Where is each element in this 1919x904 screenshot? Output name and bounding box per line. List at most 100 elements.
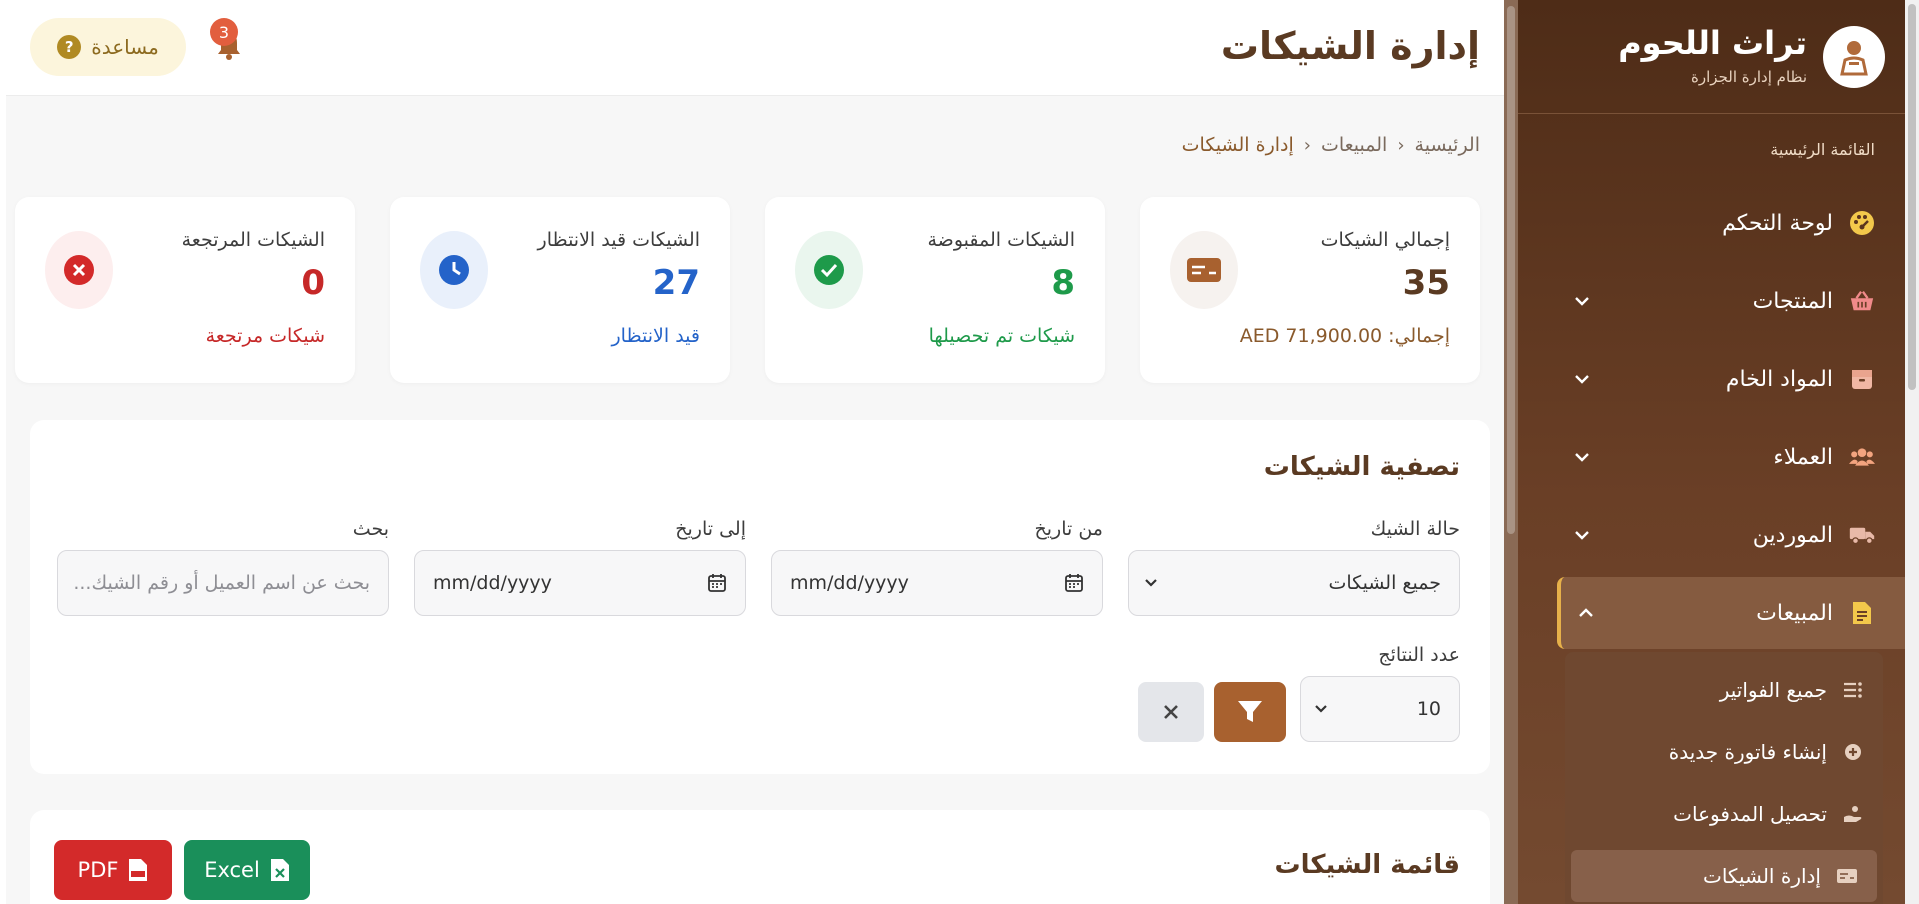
breadcrumb-current: إدارة الشيكات — [1181, 134, 1294, 156]
notification-badge: 3 — [210, 18, 238, 46]
page-title: إدارة الشيكات — [1220, 24, 1480, 68]
sidebar-item-sales[interactable]: المبيعات — [1557, 577, 1905, 649]
stat-card-returned: الشيكات المرتجعة 0 شيكات مرتجعة — [15, 197, 355, 383]
stat-icon-circle — [1170, 231, 1238, 309]
pdf-file-icon — [129, 859, 148, 881]
checks-list-title: قائمة الشيكات — [1274, 850, 1460, 880]
sales-submenu: جميع الفواتير إنشاء فاتورة جديدة تحصيل ا… — [1565, 652, 1883, 904]
export-pdf-button[interactable]: PDF — [54, 840, 172, 900]
from-date-input[interactable]: mm/dd/yyyy — [771, 550, 1103, 616]
breadcrumb-separator-icon: ‹ — [1303, 134, 1311, 156]
close-icon — [1164, 705, 1178, 719]
sidebar: تراث اللحوم نظام إدارة الجزارة القائمة ا… — [1518, 0, 1905, 904]
export-excel-button[interactable]: Excel — [184, 840, 310, 900]
invoice-icon — [1849, 600, 1875, 626]
result-count-label: عدد النتائج — [1378, 644, 1460, 666]
apply-filter-button[interactable] — [1214, 682, 1286, 742]
chevron-down-icon — [1575, 297, 1589, 306]
excel-file-icon — [270, 859, 289, 881]
export-pdf-label: PDF — [77, 858, 119, 882]
stat-note: شيكات مرتجعة — [205, 325, 325, 347]
top-bar: إدارة الشيكات مساعدة ? 3 — [6, 0, 1504, 96]
result-count-select[interactable]: 10 — [1300, 676, 1460, 742]
submenu-item-label: إنشاء فاتورة جديدة — [1668, 740, 1827, 764]
submenu-item-new-invoice[interactable]: إنشاء فاتورة جديدة — [1565, 726, 1883, 778]
chevron-down-icon — [1315, 705, 1327, 713]
sidebar-item-suppliers[interactable]: الموردين — [1557, 501, 1905, 569]
app-name: تراث اللحوم — [1618, 24, 1807, 62]
status-select[interactable]: جميع الشيكات — [1128, 550, 1460, 616]
breadcrumb-home[interactable]: الرئيسية — [1415, 134, 1480, 156]
brand-header: تراث اللحوم نظام إدارة الجزارة — [1518, 0, 1905, 114]
from-date-value: mm/dd/yyyy — [790, 572, 909, 594]
submenu-item-label: إدارة الشيكات — [1702, 864, 1821, 888]
export-excel-label: Excel — [204, 858, 260, 882]
stat-label: الشيكات قيد الانتظار — [537, 229, 700, 251]
calendar-icon[interactable] — [707, 573, 727, 593]
clear-filter-button[interactable] — [1138, 682, 1204, 742]
help-label: مساعدة — [91, 35, 159, 59]
sidebar-item-label: المبيعات — [1756, 600, 1833, 626]
page-scrollbar-thumb[interactable] — [1908, 4, 1916, 390]
stat-card-pending: الشيكات قيد الانتظار 27 قيد الانتظار — [390, 197, 730, 383]
main-content: إدارة الشيكات مساعدة ? 3 الرئيسية ‹ المب… — [6, 0, 1504, 904]
chevron-up-icon — [1579, 608, 1593, 617]
nav-heading: القائمة الرئيسية — [1770, 140, 1875, 159]
stat-note: شيكات تم تحصيلها — [928, 325, 1075, 347]
clock-icon — [439, 255, 469, 285]
sidebar-item-dashboard[interactable]: لوحة التحكم — [1557, 189, 1905, 257]
sidebar-item-raw-materials[interactable]: المواد الخام — [1557, 345, 1905, 413]
filter-icon — [1238, 701, 1262, 722]
breadcrumb: الرئيسية ‹ المبيعات ‹ إدارة الشيكات — [1182, 134, 1480, 156]
users-icon — [1849, 444, 1875, 470]
checks-list-panel: قائمة الشيكات Excel PDF — [30, 810, 1490, 904]
to-date-value: mm/dd/yyyy — [433, 572, 552, 594]
chevron-down-icon — [1575, 531, 1589, 540]
question-icon: ? — [57, 35, 82, 59]
sidebar-item-label: الموردين — [1752, 522, 1833, 548]
status-label: حالة الشيك — [1370, 518, 1460, 540]
search-placeholder: بحث عن اسم العميل أو رقم الشيك... — [73, 572, 370, 594]
stat-icon-circle — [45, 231, 113, 309]
basket-icon — [1849, 288, 1875, 314]
stat-label: إجمالي الشيكات — [1320, 229, 1450, 251]
submenu-item-manage-checks[interactable]: إدارة الشيكات — [1571, 850, 1877, 902]
submenu-item-all-invoices[interactable]: جميع الفواتير — [1565, 664, 1883, 716]
search-input[interactable]: بحث عن اسم العميل أو رقم الشيك... — [57, 550, 389, 616]
chevron-down-icon — [1575, 375, 1589, 384]
page-scrollbar[interactable] — [1905, 0, 1919, 904]
x-circle-icon — [64, 255, 94, 285]
check-card-icon — [1837, 866, 1857, 886]
breadcrumb-sales[interactable]: المبيعات — [1321, 134, 1387, 156]
stat-value: 0 — [301, 263, 325, 303]
stat-icon-circle — [420, 231, 488, 309]
app-subtitle: نظام إدارة الجزارة — [1691, 68, 1807, 86]
filter-panel: تصفية الشيكات حالة الشيك جميع الشيكات من… — [30, 420, 1490, 774]
breadcrumb-separator-icon: ‹ — [1397, 134, 1405, 156]
stat-value: 35 — [1402, 263, 1450, 303]
stat-note: إجمالي: AED 71,900.00 — [1239, 325, 1450, 347]
hand-coin-icon — [1843, 804, 1863, 824]
stat-note: قيد الانتظار — [611, 325, 700, 347]
dashboard-icon — [1849, 210, 1875, 236]
submenu-item-collect-payments[interactable]: تحصيل المدفوعات — [1565, 788, 1883, 840]
status-select-value: جميع الشيكات — [1328, 572, 1441, 594]
stat-value: 27 — [652, 263, 700, 303]
calendar-icon[interactable] — [1064, 573, 1084, 593]
result-count-value: 10 — [1416, 698, 1441, 720]
chevron-down-icon — [1145, 579, 1157, 587]
logo — [1823, 26, 1885, 88]
sidebar-item-customers[interactable]: العملاء — [1557, 423, 1905, 491]
stat-icon-circle — [795, 231, 863, 309]
content-scrollbar-thumb[interactable] — [1507, 6, 1515, 534]
help-button[interactable]: مساعدة ? — [30, 18, 186, 76]
from-date-label: من تاريخ — [1034, 518, 1104, 540]
stat-card-total: إجمالي الشيكات 35 إجمالي: AED 71,900.00 — [1140, 197, 1480, 383]
sidebar-item-products[interactable]: المنتجات — [1557, 267, 1905, 335]
content-scrollbar[interactable] — [1504, 0, 1518, 904]
to-date-input[interactable]: mm/dd/yyyy — [414, 550, 746, 616]
filter-title: تصفية الشيكات — [1263, 452, 1460, 482]
stat-label: الشيكات المقبوضة — [927, 229, 1076, 251]
submenu-item-label: تحصيل المدفوعات — [1673, 802, 1827, 826]
to-date-label: إلى تاريخ — [675, 518, 746, 540]
